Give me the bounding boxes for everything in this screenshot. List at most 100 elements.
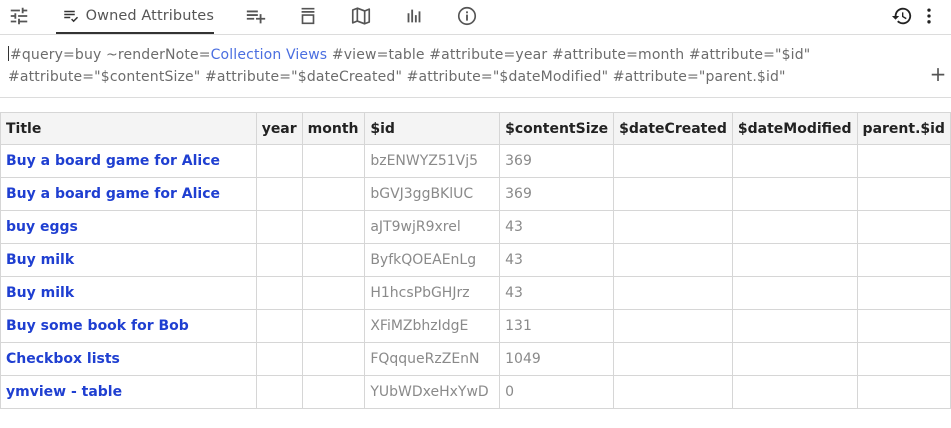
cell-content-size: 43 [499,210,615,244]
column-header-year[interactable]: year [255,112,303,145]
note-title-link[interactable]: Buy a board game for Alice [0,177,257,211]
info-icon[interactable] [454,4,480,28]
column-header-title[interactable]: Title [0,112,257,145]
table-row: Buy some book for Bob XFiMZbhzIdgE 131 [0,309,951,343]
cell-month [301,342,366,376]
add-attribute-button[interactable]: + [928,64,948,84]
history-icon[interactable] [889,4,915,28]
cell-parent-id [856,375,951,409]
cell-year [255,144,303,178]
tab-owned-attributes-label: Owned Attributes [85,8,214,24]
toolbar-divider [0,34,951,35]
cell-date-created [613,210,733,244]
cell-content-size: 43 [499,276,615,310]
bar-chart-icon[interactable] [401,4,427,28]
cell-parent-id [856,210,951,244]
cell-content-size: 131 [499,309,615,343]
attribute-line-2: #attribute="$contentSize" #attribute="$d… [8,69,786,85]
tab-owned-attributes[interactable]: Owned Attributes [56,0,214,34]
cell-id: YUbWDxeHxYwD [364,375,501,409]
column-header-month[interactable]: month [301,112,366,145]
note-title-link[interactable]: Buy milk [0,276,257,310]
cell-date-modified [731,243,858,277]
cell-content-size: 369 [499,144,615,178]
table-row: Buy milk ByfkQOEAEnLg 43 [0,243,951,277]
cell-id: H1hcsPbGHJrz [364,276,501,310]
cell-date-modified [731,276,858,310]
cell-parent-id [856,177,951,211]
cell-id: aJT9wjR9xrel [364,210,501,244]
map-icon[interactable] [348,4,374,28]
attribute-line-1: #query=buy ~renderNote=Collection Views … [8,44,908,66]
cell-id: bzENWYZ51Vj5 [364,144,501,178]
cell-month [301,210,366,244]
sliders-icon[interactable] [6,4,32,28]
table-row: ymview - table YUbWDxeHxYwD 0 [0,375,951,409]
column-header-date-created[interactable]: $dateCreated [613,112,733,145]
cell-date-created [613,177,733,211]
cell-content-size: 0 [499,375,615,409]
cell-content-size: 1049 [499,342,615,376]
cell-parent-id [856,144,951,178]
cell-parent-id [856,342,951,376]
cell-date-created [613,243,733,277]
cell-date-modified [731,210,858,244]
note-title-link[interactable]: ymview - table [0,375,257,409]
attribute-text-query: #query=buy ~renderNote= [10,47,211,63]
note-title-link[interactable]: Buy some book for Bob [0,309,257,343]
cell-date-created [613,309,733,343]
cell-parent-id [856,309,951,343]
table-row: Buy a board game for Alice bzENWYZ51Vj5 36… [0,144,951,178]
attribute-editor[interactable]: #query=buy ~renderNote=Collection Views … [8,44,908,88]
cell-year [255,309,303,343]
more-vert-icon[interactable] [919,4,939,28]
cell-year [255,210,303,244]
cell-date-modified [731,309,858,343]
cell-content-size: 43 [499,243,615,277]
cell-date-created [613,375,733,409]
cell-month [301,276,366,310]
cell-year [255,375,303,409]
column-header-parent-id[interactable]: parent.$id [856,112,951,145]
owned-attributes-icon [62,6,82,26]
cell-year [255,342,303,376]
cell-year [255,243,303,277]
column-header-date-modified[interactable]: $dateModified [731,112,858,145]
note-title-link[interactable]: Buy milk [0,243,257,277]
render-note-link[interactable]: Collection Views [211,47,328,63]
cell-month [301,309,366,343]
cell-parent-id [856,243,951,277]
cell-year [255,276,303,310]
table-row: Checkbox lists FQqqueRzZEnN 1049 [0,342,951,376]
cell-parent-id [856,276,951,310]
column-header-content-size[interactable]: $contentSize [499,112,615,145]
cell-id: FQqqueRzZEnN [364,342,501,376]
cell-date-created [613,276,733,310]
table-row: buy eggs aJT9wjR9xrel 43 [0,210,951,244]
table-row: Buy a board game for Alice bGVJ3ggBKlUC 36… [0,177,951,211]
cell-content-size: 369 [499,177,615,211]
table-row: Buy milk H1hcsPbGHJrz 43 [0,276,951,310]
cell-id: XFiMZbhzIdgE [364,309,501,343]
note-title-link[interactable]: Checkbox lists [0,342,257,376]
cell-date-created [613,144,733,178]
cell-date-modified [731,177,858,211]
note-title-link[interactable]: Buy a board game for Alice [0,144,257,178]
cell-date-created [613,342,733,376]
cell-id: ByfkQOEAEnLg [364,243,501,277]
text-caret [8,46,9,61]
add-list-icon[interactable] [243,4,269,28]
column-header-id[interactable]: $id [364,112,501,145]
note-title-link[interactable]: buy eggs [0,210,257,244]
collection-table: Title year month $id $contentSize $dateCreate… [0,112,951,409]
cell-id: bGVJ3ggBKlUC [364,177,501,211]
cell-month [301,243,366,277]
cell-year [255,177,303,211]
collapse-icon[interactable] [295,4,321,28]
cell-month [301,144,366,178]
table-body: Buy a board game for Alice bzENWYZ51Vj5 36… [0,144,951,409]
cell-month [301,375,366,409]
cell-month [301,177,366,211]
cell-date-modified [731,144,858,178]
editor-divider [0,97,951,98]
